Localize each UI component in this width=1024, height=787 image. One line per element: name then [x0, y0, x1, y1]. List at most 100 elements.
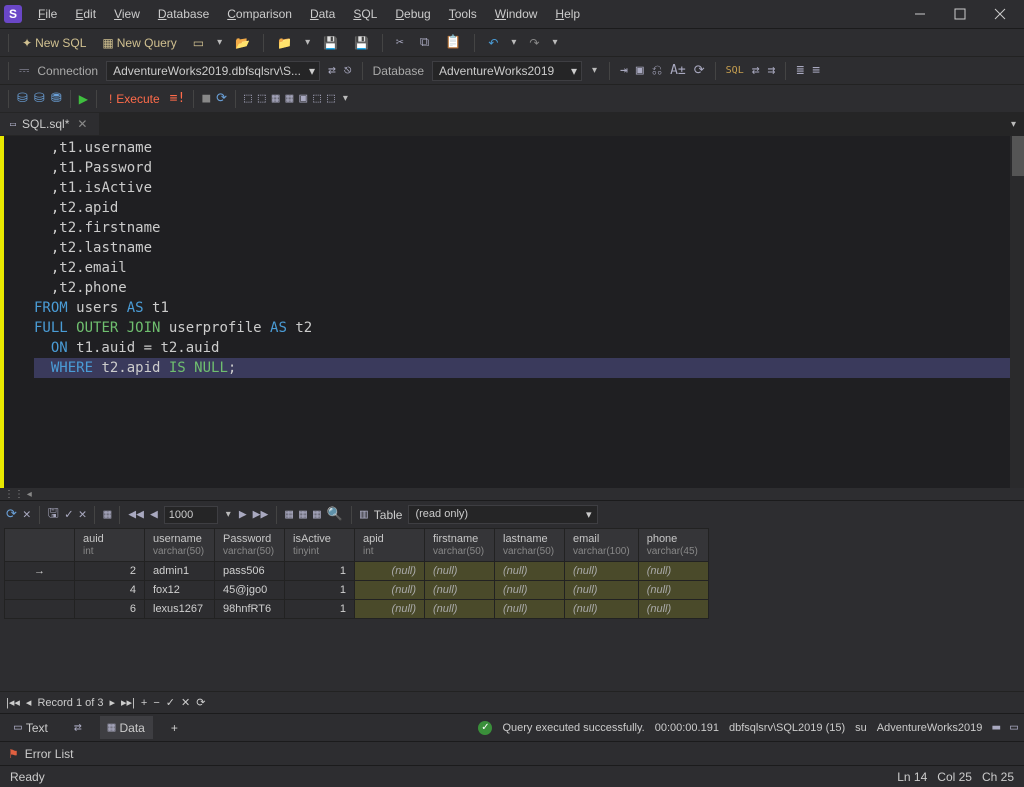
save-icon[interactable]: 🖫 — [48, 504, 59, 526]
dropdown-caret-icon[interactable]: ▾ — [509, 35, 518, 50]
menu-comparison[interactable]: Comparison — [219, 3, 300, 25]
dropdown-caret-icon[interactable]: ▾ — [303, 35, 312, 50]
delete-icon[interactable]: ✕ — [79, 507, 87, 522]
grid-icon[interactable]: ▦ — [272, 91, 280, 106]
next-record-icon[interactable]: ▸ — [109, 696, 115, 709]
prev-page-icon[interactable]: ◀ — [150, 507, 158, 522]
menu-help[interactable]: Help — [547, 3, 588, 25]
close-tab-button[interactable]: ✕ — [75, 117, 89, 131]
menu-sql[interactable]: SQL — [345, 3, 385, 25]
grid-icon[interactable]: ▦ — [285, 507, 293, 522]
text-tab[interactable]: ▭ Text — [6, 716, 56, 739]
cut-button[interactable]: ✂ — [391, 32, 409, 53]
tool-icon[interactable]: ⬚ — [313, 91, 321, 106]
dropdown-caret-icon[interactable]: ▾ — [224, 507, 233, 522]
maximize-button[interactable] — [940, 0, 980, 28]
open-button[interactable]: 📂 — [230, 33, 255, 53]
undo-button[interactable]: ↶ — [483, 33, 503, 53]
code-content[interactable]: ,t1.username ,t1.Password ,t1.isActive ,… — [30, 136, 1024, 488]
redo-button[interactable]: ↷ — [524, 33, 544, 53]
first-page-icon[interactable]: ◀◀ — [128, 507, 144, 522]
menu-tools[interactable]: Tools — [441, 3, 485, 25]
swap-tab[interactable]: ⇄ — [66, 716, 90, 739]
new-query-button[interactable]: ▦New Query — [97, 33, 181, 53]
split-handle[interactable]: ⋮⋮ ◂ — [0, 488, 1024, 500]
error-list-panel[interactable]: ⚑ Error List — [0, 741, 1024, 765]
db-cylinder-icon[interactable]: ⛃ — [51, 91, 62, 106]
find-icon[interactable]: 🔍 — [327, 507, 343, 522]
table-row[interactable]: 6lexus126798hnfRT61(null)(null)(null)(nu… — [5, 600, 709, 619]
readonly-select[interactable]: (read only) ▾ — [408, 505, 598, 524]
refresh-icon[interactable]: ⟳ — [196, 696, 205, 709]
delete-record-icon[interactable]: − — [153, 697, 159, 709]
grid-mode-icon[interactable]: ▦ — [103, 507, 111, 522]
dropdown-caret-icon[interactable]: ▾ — [590, 63, 599, 78]
new-sql-button[interactable]: ✦New SQL — [17, 33, 91, 53]
panel-icon[interactable]: ▭ — [1010, 720, 1018, 735]
minimize-button[interactable] — [900, 0, 940, 28]
execute-button[interactable]: !Execute — [105, 90, 164, 108]
dropdown-caret-icon[interactable]: ▾ — [550, 35, 559, 50]
first-record-icon[interactable]: |◂◂ — [6, 696, 20, 709]
next-page-icon[interactable]: ▶ — [239, 507, 247, 522]
grid-icon[interactable]: ▦ — [286, 91, 294, 106]
play-icon[interactable]: ▶ — [79, 92, 88, 106]
menu-edit[interactable]: Edit — [67, 3, 104, 25]
last-page-icon[interactable]: ▶▶ — [253, 507, 269, 522]
grid-icon[interactable]: ▦ — [299, 507, 307, 522]
tool-icon[interactable]: ▣ — [636, 63, 644, 78]
reconnect-icon[interactable]: ⟳ — [216, 91, 227, 106]
menu-view[interactable]: View — [106, 3, 148, 25]
close-button[interactable] — [980, 0, 1020, 28]
paste-button[interactable]: 📋 — [440, 32, 466, 53]
image-icon[interactable]: ▣ — [299, 91, 307, 106]
cancel-icon[interactable]: ✕ — [181, 696, 190, 709]
tool-icon[interactable]: ⇥ — [620, 63, 628, 78]
file-tab[interactable]: ▭ SQL.sql* ✕ — [0, 113, 99, 135]
save-button[interactable]: 💾 — [318, 33, 343, 53]
sql-icon[interactable]: SQL — [726, 65, 744, 76]
folder-button[interactable]: 📁 — [272, 33, 297, 53]
refresh-icon[interactable]: ⟳ — [694, 63, 705, 78]
menu-data[interactable]: Data — [302, 3, 343, 25]
add-tab[interactable]: + — [163, 717, 186, 739]
grid-icon[interactable]: ▦ — [313, 507, 321, 522]
save-all-button[interactable]: 💾 — [349, 33, 374, 53]
data-tab[interactable]: ▦ Data — [100, 716, 153, 739]
menu-debug[interactable]: Debug — [387, 3, 438, 25]
tab-overflow-icon[interactable]: ▾ — [1009, 117, 1018, 132]
menu-window[interactable]: Window — [487, 3, 546, 25]
font-size-icon[interactable]: A± — [670, 63, 686, 78]
menu-file[interactable]: File — [30, 3, 65, 25]
tool-icon[interactable]: ⬚ — [244, 91, 252, 106]
stop-icon[interactable]: ■ — [202, 91, 210, 106]
db-cylinder-icon[interactable]: ⛁ — [34, 91, 45, 106]
cancel-icon[interactable]: ✕ — [23, 507, 31, 522]
database-select[interactable]: AdventureWorks2019 ▾ — [432, 61, 582, 81]
editor-scrollbar[interactable] — [1010, 136, 1024, 488]
table-row[interactable]: 4fox1245@jgo01(null)(null)(null)(null)(n… — [5, 581, 709, 600]
layout-icon[interactable]: ▥ — [360, 507, 368, 522]
execute-to-cursor-icon[interactable]: ≡! — [170, 91, 186, 106]
db-switch-icon[interactable]: ⇄ — [328, 63, 336, 78]
tool-icon[interactable]: ⇉ — [768, 63, 776, 78]
commit-icon[interactable]: ✓ — [166, 696, 175, 709]
prev-record-icon[interactable]: ◂ — [26, 696, 32, 709]
indent-icon[interactable]: ≣ — [796, 63, 804, 78]
outdent-icon[interactable]: ≡ — [812, 63, 820, 78]
add-record-icon[interactable]: + — [141, 697, 147, 709]
dropdown-caret-icon[interactable]: ▾ — [341, 91, 350, 106]
page-size-input[interactable] — [164, 506, 218, 524]
sql-editor[interactable]: ,t1.username ,t1.Password ,t1.isActive ,… — [0, 136, 1024, 488]
last-record-icon[interactable]: ▸▸| — [121, 696, 135, 709]
check-icon[interactable]: ✓ — [65, 507, 73, 522]
db-icon[interactable]: ⎋ — [344, 63, 352, 78]
tool-icon[interactable]: ⬚ — [258, 91, 266, 106]
results-grid[interactable]: auidintusernamevarchar(50)Passwordvarcha… — [0, 528, 1024, 619]
new-dropdown[interactable]: ▭ — [188, 33, 209, 53]
dropdown-caret-icon[interactable]: ▾ — [215, 35, 224, 50]
refresh-icon[interactable]: ⟳ — [6, 507, 17, 522]
tool-icon[interactable]: ⎌ — [652, 63, 662, 78]
table-row[interactable]: →2admin1pass5061(null)(null)(null)(null)… — [5, 562, 709, 581]
panel-icon[interactable]: ▬ — [992, 720, 1000, 735]
